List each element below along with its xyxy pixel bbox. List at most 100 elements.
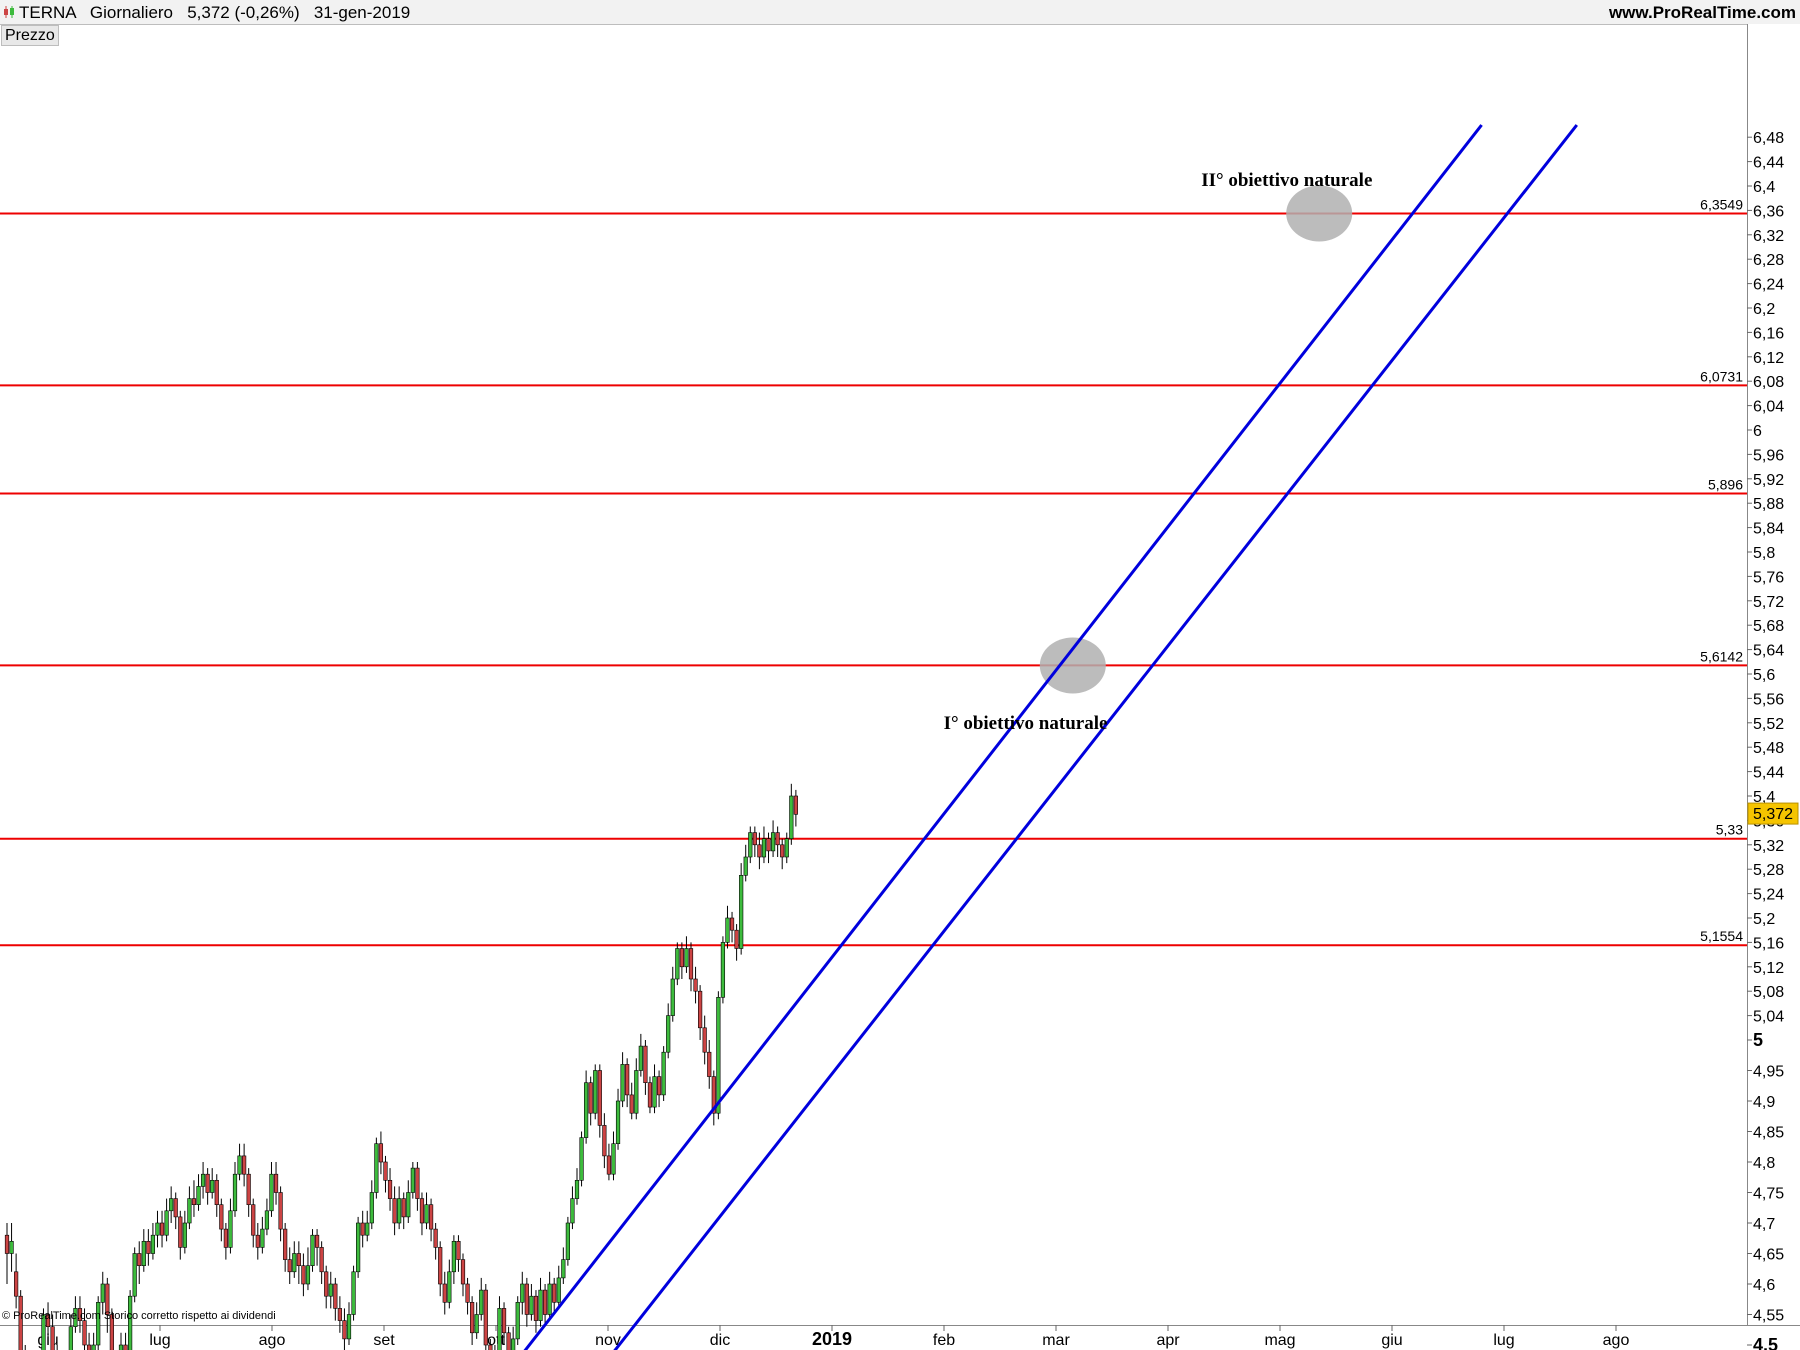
y-tick-label: 5,76 xyxy=(1753,569,1784,586)
candle-body xyxy=(520,1283,525,1303)
candle-body xyxy=(506,1332,511,1350)
candle xyxy=(593,1064,598,1120)
x-tick-label: set xyxy=(373,1332,395,1349)
y-tick-label: 5,6 xyxy=(1753,667,1775,684)
candle-body xyxy=(579,1137,584,1181)
candle-body xyxy=(328,1283,333,1297)
y-tick-label: 4,95 xyxy=(1753,1064,1784,1081)
candle xyxy=(666,1003,671,1059)
candle xyxy=(647,1076,653,1114)
candle-body xyxy=(269,1173,274,1212)
candle xyxy=(4,1223,10,1284)
y-tick-label: 4,85 xyxy=(1753,1125,1784,1142)
candle-body xyxy=(725,917,730,943)
candle xyxy=(483,1284,488,1350)
channel-line xyxy=(613,124,1578,1350)
candle xyxy=(9,1223,14,1272)
x-tick-label: ago xyxy=(259,1332,286,1349)
candle xyxy=(392,1186,397,1236)
candle-body xyxy=(392,1198,397,1224)
y-tick-label: 6,2 xyxy=(1753,301,1775,318)
candle-body xyxy=(679,948,684,968)
candle xyxy=(565,1216,570,1266)
candle-body xyxy=(789,795,794,840)
candle-body xyxy=(82,1320,87,1346)
candle xyxy=(588,1076,593,1126)
candle-body xyxy=(337,1308,342,1321)
y-tick-label: 6 xyxy=(1753,423,1762,440)
candle-body xyxy=(4,1234,10,1254)
candle xyxy=(342,1308,347,1350)
candle-body xyxy=(497,1308,502,1350)
candle-body xyxy=(296,1253,301,1266)
y-tick-label: 5,8 xyxy=(1753,545,1775,562)
candle xyxy=(292,1241,297,1278)
candle xyxy=(246,1168,251,1217)
candle-body xyxy=(387,1180,393,1199)
candle xyxy=(684,936,689,973)
candle-body xyxy=(86,1344,92,1350)
x-tick-label: mag xyxy=(1264,1332,1295,1349)
y-tick-label: 5,84 xyxy=(1753,521,1784,538)
candle xyxy=(178,1210,183,1260)
candle-body xyxy=(647,1082,653,1108)
candle-body xyxy=(214,1180,219,1206)
candle xyxy=(511,1326,516,1350)
candle xyxy=(105,1277,110,1333)
y-tick-label: 5 xyxy=(1753,1030,1763,1050)
candle xyxy=(775,826,780,857)
candle xyxy=(524,1277,529,1327)
candle xyxy=(228,1198,233,1254)
candle-body xyxy=(182,1222,187,1248)
y-tick-label: 5,04 xyxy=(1753,1009,1784,1026)
y-tick-label: 5,52 xyxy=(1753,716,1784,733)
candle xyxy=(251,1198,256,1248)
candle xyxy=(187,1186,192,1230)
candle xyxy=(242,1143,247,1187)
candle-body xyxy=(314,1234,320,1248)
candle-body xyxy=(324,1271,329,1297)
candle-body xyxy=(100,1283,105,1303)
y-tick-label: 6,32 xyxy=(1753,228,1784,245)
y-tick-label: 5,92 xyxy=(1753,472,1784,489)
candle-body xyxy=(565,1222,570,1260)
candle xyxy=(643,1040,648,1095)
candle-body xyxy=(123,1344,128,1350)
candle-body xyxy=(761,838,767,858)
candle-body xyxy=(255,1234,260,1248)
candle-body xyxy=(155,1222,160,1236)
candle xyxy=(182,1210,187,1254)
candle-body xyxy=(561,1259,566,1279)
candle-body xyxy=(237,1155,242,1175)
candle xyxy=(287,1247,292,1284)
candle xyxy=(365,1210,370,1242)
candle-body xyxy=(474,1314,479,1334)
candle xyxy=(570,1186,575,1230)
candle-body xyxy=(743,856,748,876)
candle-body xyxy=(365,1222,370,1236)
candle-body xyxy=(68,1326,73,1350)
candle xyxy=(397,1186,402,1230)
candle xyxy=(351,1265,356,1321)
candle-body xyxy=(351,1271,356,1315)
candle xyxy=(734,924,739,961)
candle-body xyxy=(552,1283,557,1303)
candle xyxy=(419,1192,425,1236)
candle xyxy=(333,1277,338,1321)
candle xyxy=(725,905,730,949)
candle-body xyxy=(447,1271,452,1303)
candle xyxy=(743,844,748,882)
candle-body xyxy=(538,1289,543,1321)
candle-body xyxy=(451,1241,456,1273)
candle xyxy=(424,1192,429,1230)
candle xyxy=(793,789,798,827)
candle-body xyxy=(734,929,739,949)
candle xyxy=(615,1088,621,1150)
candle xyxy=(761,826,767,864)
candle-body xyxy=(283,1228,288,1260)
candle-body xyxy=(401,1198,406,1218)
candle-body xyxy=(273,1173,279,1193)
candle xyxy=(789,783,794,845)
candle xyxy=(159,1210,165,1248)
candle xyxy=(520,1271,525,1315)
